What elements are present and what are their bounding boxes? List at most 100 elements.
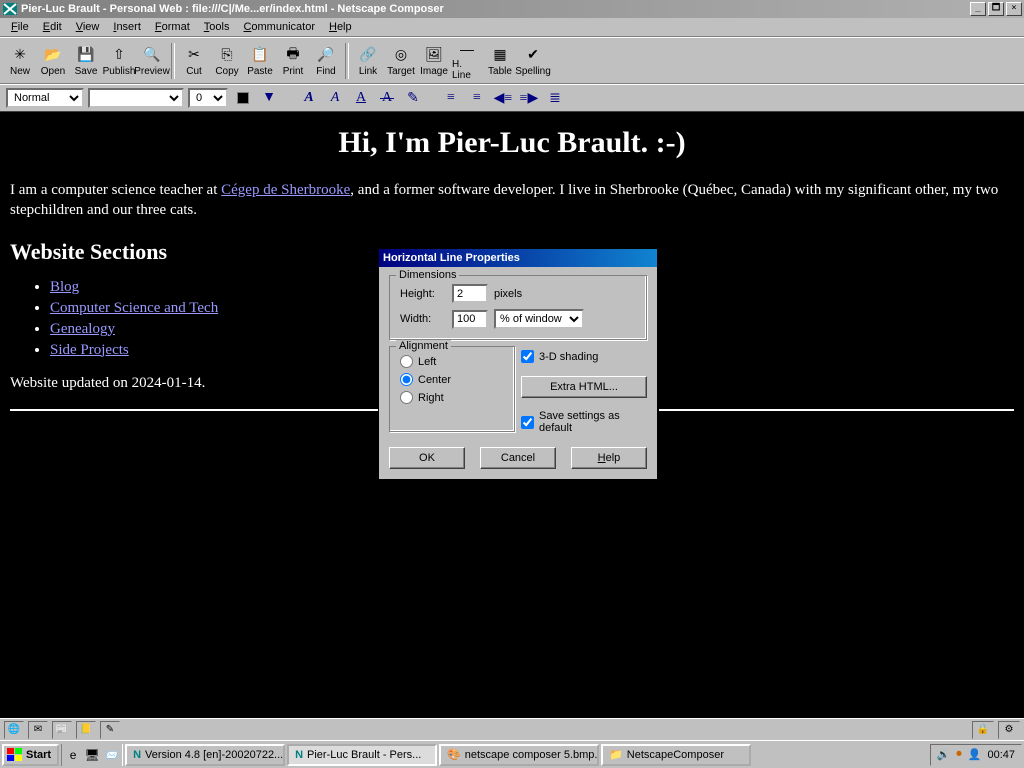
task-icon: 🎨 <box>447 748 461 761</box>
section-link[interactable]: Genealogy <box>50 321 115 337</box>
shading-checkbox[interactable] <box>521 350 534 363</box>
paragraph-style-select[interactable]: Normal <box>6 88 84 108</box>
font-select[interactable] <box>88 88 184 108</box>
task-icon: N <box>295 749 303 761</box>
ql-outlook-icon[interactable]: 📨 <box>103 747 119 763</box>
extra-html-button[interactable]: Extra HTML... <box>521 376 647 398</box>
clock[interactable]: 00:47 <box>987 749 1015 761</box>
section-link[interactable]: Computer Science and Tech <box>50 300 218 316</box>
address-icon[interactable]: 📒 <box>76 721 96 739</box>
strikethrough-button[interactable]: A <box>376 87 398 109</box>
font-color-dropdown[interactable]: ▼ <box>258 87 280 109</box>
menubar: FileEditViewInsertFormatToolsCommunicato… <box>0 18 1024 37</box>
clear-styles-button[interactable]: ✎ <box>402 87 424 109</box>
news-icon[interactable]: 📰 <box>52 721 72 739</box>
menu-view[interactable]: View <box>69 19 107 35</box>
italic-button[interactable]: A <box>324 87 346 109</box>
tb-copy-button[interactable]: ⎘Copy <box>211 40 243 82</box>
menu-format[interactable]: Format <box>148 19 197 35</box>
task-icon: N <box>133 749 141 761</box>
taskbar-task[interactable]: NPier-Luc Brault - Pers... <box>287 744 437 766</box>
outdent-button[interactable]: ◀≡ <box>492 87 514 109</box>
bold-button[interactable]: A <box>298 87 320 109</box>
save-default-checkbox[interactable] <box>521 416 534 429</box>
ok-button[interactable]: OK <box>389 447 465 469</box>
toolbar-separator <box>345 43 349 79</box>
height-input[interactable] <box>452 284 488 303</box>
tray-icon-3[interactable]: 👤 <box>968 748 982 761</box>
tb-save-button[interactable]: 💾Save <box>70 40 102 82</box>
cancel-button[interactable]: Cancel <box>480 447 556 469</box>
image-icon: 🖼 <box>424 45 444 65</box>
cegep-link[interactable]: Cégep de Sherbrooke <box>221 182 350 198</box>
tb-spelling-button[interactable]: ✔Spelling <box>517 40 549 82</box>
spelling-icon: ✔ <box>523 45 543 65</box>
taskbar-task[interactable]: 📁NetscapeComposer <box>601 744 751 766</box>
ql-ie-icon[interactable]: e <box>65 747 81 763</box>
alignment-legend: Alignment <box>396 340 451 352</box>
width-unit-select[interactable]: % of window <box>494 309 584 329</box>
tb-cut-button[interactable]: ✂Cut <box>178 40 210 82</box>
mail-icon[interactable]: ✉ <box>28 721 48 739</box>
font-size-select[interactable]: 0 <box>188 88 228 108</box>
cut-icon: ✂ <box>184 45 204 65</box>
app-icon <box>2 2 18 16</box>
align-right-radio[interactable] <box>400 391 413 404</box>
tb-link-button[interactable]: 🔗Link <box>352 40 384 82</box>
font-color-button[interactable] <box>232 87 254 109</box>
paste-icon: 📋 <box>250 45 270 65</box>
window-titlebar: Pier-Luc Brault - Personal Web : file://… <box>0 0 1024 18</box>
maximize-button[interactable]: 🗖 <box>988 2 1004 16</box>
width-input[interactable] <box>452 310 488 329</box>
taskbar-task[interactable]: 🎨netscape composer 5.bmp... <box>439 744 599 766</box>
tb-paste-button[interactable]: 📋Paste <box>244 40 276 82</box>
tb-target-button[interactable]: ◎Target <box>385 40 417 82</box>
tb-open-button[interactable]: 📂Open <box>37 40 69 82</box>
align-left-radio[interactable] <box>400 355 413 368</box>
ql-desktop-icon[interactable]: 🖥 <box>84 747 100 763</box>
tb-preview-button[interactable]: 🔍Preview <box>136 40 168 82</box>
close-button[interactable]: × <box>1006 2 1022 16</box>
tb-table-button[interactable]: ▦Table <box>484 40 516 82</box>
page-heading: Hi, I'm Pier-Luc Brault. :-) <box>10 126 1014 160</box>
tb-print-button[interactable]: 🖶Print <box>277 40 309 82</box>
target-icon: ◎ <box>391 45 411 65</box>
align-center-radio[interactable] <box>400 373 413 386</box>
menu-file[interactable]: File <box>4 19 36 35</box>
task-icon: 📁 <box>609 748 623 761</box>
number-list-button[interactable]: ≡ <box>466 87 488 109</box>
tb-new-button[interactable]: ✳New <box>4 40 36 82</box>
tb-publish-button[interactable]: ⇧Publish <box>103 40 135 82</box>
start-button[interactable]: Start <box>2 744 59 766</box>
menu-help[interactable]: Help <box>322 19 359 35</box>
bullet-list-button[interactable]: ≡ <box>440 87 462 109</box>
taskbar-task[interactable]: NVersion 4.8 [en]-20020722... <box>125 744 285 766</box>
menu-edit[interactable]: Edit <box>36 19 69 35</box>
minimize-button[interactable]: _ <box>970 2 986 16</box>
menu-tools[interactable]: Tools <box>197 19 237 35</box>
section-link[interactable]: Side Projects <box>50 342 129 358</box>
system-tray: 🔊 ⏺ 👤 00:47 <box>930 744 1022 766</box>
menu-insert[interactable]: Insert <box>106 19 148 35</box>
link-icon: 🔗 <box>358 45 378 65</box>
tray-icon-2[interactable]: ⏺ <box>956 748 962 761</box>
help-button[interactable]: Help <box>571 447 647 469</box>
dialog-title: Horizontal Line Properties <box>379 249 657 267</box>
nav-icon[interactable]: 🌐 <box>4 721 24 739</box>
section-link[interactable]: Blog <box>50 279 79 295</box>
alignment-button[interactable]: ≣ <box>544 87 566 109</box>
align-left-label: Left <box>418 356 436 368</box>
menu-communicator[interactable]: Communicator <box>236 19 322 35</box>
indent-button[interactable]: ≡▶ <box>518 87 540 109</box>
tb-hline-button[interactable]: —H. Line <box>451 40 483 82</box>
security-icon[interactable]: 🔒 <box>972 721 994 739</box>
composer-icon[interactable]: ✎ <box>100 721 120 739</box>
tb-image-button[interactable]: 🖼Image <box>418 40 450 82</box>
tb-find-button[interactable]: 🔎Find <box>310 40 342 82</box>
table-icon: ▦ <box>490 45 510 65</box>
align-center-label: Center <box>418 374 451 386</box>
underline-button[interactable]: A <box>350 87 372 109</box>
tray-icon-1[interactable]: 🔊 <box>937 748 951 761</box>
dimensions-fieldset: Dimensions Height: pixels Width: % of wi… <box>389 275 647 340</box>
toolbar-separator <box>171 43 175 79</box>
